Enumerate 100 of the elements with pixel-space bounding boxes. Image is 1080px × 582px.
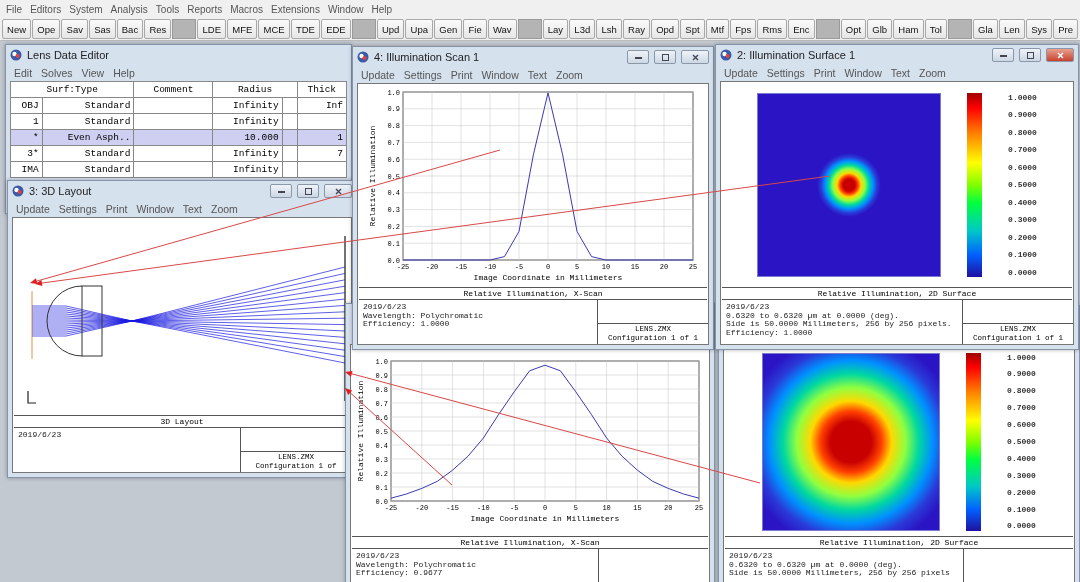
- menu-item[interactable]: View: [81, 67, 105, 79]
- toolbar-button[interactable]: Len: [998, 19, 1026, 39]
- info-line: 2019/6/23: [356, 552, 401, 561]
- toolbar-button[interactable]: Bac: [116, 19, 144, 39]
- minimize-button[interactable]: [992, 48, 1014, 62]
- toolbar-button[interactable]: Pre: [1053, 19, 1079, 39]
- menu-item[interactable]: Zoom: [919, 67, 946, 79]
- close-icon: [334, 187, 342, 195]
- menu-item[interactable]: Text: [527, 69, 548, 81]
- toolbar-button[interactable]: Enc: [788, 19, 815, 39]
- menu-item[interactable]: Reports: [187, 3, 223, 15]
- legend-value: 1.0000: [1007, 352, 1036, 362]
- menu-item[interactable]: Analysis: [110, 3, 148, 15]
- menu-item[interactable]: Print: [105, 203, 128, 215]
- toolbar-button[interactable]: MCE: [258, 19, 290, 39]
- toolbar-button[interactable]: Upd: [376, 19, 405, 39]
- legend-value: 0.7000: [1007, 403, 1036, 413]
- toolbar-button[interactable]: Ope: [32, 19, 61, 39]
- column-header: Comment: [133, 81, 213, 98]
- legend-value: 0.2000: [1008, 232, 1037, 242]
- menu-item[interactable]: Update: [724, 67, 758, 79]
- close-button[interactable]: [1046, 48, 1074, 62]
- toolbar-button[interactable]: New: [2, 19, 32, 39]
- toolbar-button[interactable]: EDE: [321, 19, 351, 39]
- close-button[interactable]: [681, 50, 709, 64]
- menu-item[interactable]: Window: [844, 67, 882, 79]
- menu-item[interactable]: Window: [327, 3, 364, 15]
- toolbar-button[interactable]: MFE: [227, 19, 258, 39]
- menu-item[interactable]: Update: [361, 69, 395, 81]
- menu-item[interactable]: Print: [450, 69, 473, 81]
- toolbar-button[interactable]: Sas: [89, 19, 116, 39]
- toolbar-button[interactable]: Opd: [651, 19, 680, 39]
- toolbar-button[interactable]: Fps: [730, 19, 757, 39]
- toolbar-button[interactable]: Opt: [840, 19, 867, 39]
- toolbar-button[interactable]: TDE: [290, 19, 321, 39]
- toolbar-button[interactable]: Ham: [893, 19, 924, 39]
- toolbar-button[interactable]: Res: [144, 19, 172, 39]
- menu-item[interactable]: Edit: [14, 67, 33, 79]
- menu-item[interactable]: Settings: [403, 69, 442, 81]
- legend-value: 0.0000: [1007, 521, 1036, 531]
- info-line: Efficiency: 1.0000: [726, 328, 814, 337]
- toolbar-button[interactable]: Wav: [487, 19, 517, 39]
- minimize-icon: [634, 55, 642, 59]
- toolbar-button[interactable]: Sav: [61, 19, 89, 39]
- toolbar-button[interactable]: Rms: [757, 19, 788, 39]
- legend-value: 0.9000: [1008, 110, 1037, 119]
- minimize-button[interactable]: [627, 50, 649, 64]
- window-title: 2: Illumination Surface 1: [737, 49, 856, 61]
- menu-item[interactable]: Text: [890, 67, 911, 79]
- menu-item[interactable]: Print: [813, 67, 836, 79]
- toolbar-button[interactable]: Sys: [1026, 19, 1053, 39]
- toolbar-button[interactable]: Ray: [622, 19, 651, 39]
- menu-item[interactable]: File: [6, 3, 23, 15]
- legend-value: 0.3000: [1008, 215, 1037, 224]
- menu-item[interactable]: Window: [136, 203, 174, 215]
- legend-value: 0.1000: [1008, 250, 1037, 259]
- menu-item[interactable]: Help: [371, 3, 393, 15]
- axis-label: Image Coordinate in Millimeters: [470, 513, 620, 523]
- maximize-button[interactable]: [654, 50, 676, 64]
- info-line: Side is 50.0000 Millimeters, 256 by 256 pixels.: [726, 320, 953, 329]
- menu-item[interactable]: Settings: [58, 203, 97, 215]
- minimize-button[interactable]: [270, 184, 292, 198]
- toolbar-button[interactable]: Spt: [680, 19, 705, 39]
- menu-item[interactable]: Tools: [155, 3, 180, 15]
- legend-value: 0.5000: [1008, 180, 1037, 189]
- menu-item[interactable]: Editors: [30, 3, 62, 15]
- toolbar-button[interactable]: Gen: [434, 19, 463, 39]
- info-line: 2019/6/23: [726, 303, 771, 312]
- toolbar-button[interactable]: Mtf: [705, 19, 730, 39]
- toolbar-button[interactable]: Lay: [542, 19, 569, 39]
- close-button[interactable]: [324, 184, 352, 198]
- toolbar-button[interactable]: Gla: [972, 19, 998, 39]
- toolbar-button[interactable]: LDE: [197, 19, 227, 39]
- toolbar-button[interactable]: Glb: [867, 19, 893, 39]
- plot-title: Relative Illumination, 2D Surface: [722, 287, 1072, 300]
- legend-value: 0.8000: [1008, 127, 1037, 137]
- menu-item[interactable]: System: [69, 3, 103, 15]
- legend-value: 0.4000: [1008, 197, 1037, 207]
- toolbar-button[interactable]: Upa: [405, 19, 434, 39]
- toolbar-button[interactable]: Tol: [924, 19, 947, 39]
- menu-item[interactable]: Macros: [230, 3, 263, 15]
- menu-item[interactable]: Zoom: [556, 69, 583, 81]
- maximize-button[interactable]: [297, 184, 319, 198]
- app-logo-icon: [357, 51, 369, 63]
- legend-value: 0.7000: [1008, 145, 1037, 154]
- toolbar-button[interactable]: Lsh: [596, 19, 622, 39]
- menu-item[interactable]: Zoom: [211, 203, 238, 215]
- menu-item[interactable]: Help: [113, 67, 135, 79]
- menu-item[interactable]: Extensions: [271, 3, 320, 15]
- menu-item[interactable]: Settings: [766, 67, 805, 79]
- minimize-icon: [277, 189, 285, 193]
- menu-item[interactable]: Solves: [41, 67, 73, 79]
- toolbar-button[interactable]: Fie: [463, 19, 487, 39]
- menu-item[interactable]: Text: [182, 203, 203, 215]
- toolbar-button[interactable]: L3d: [569, 19, 596, 39]
- app-logo-icon: [10, 49, 22, 61]
- menu-item[interactable]: Window: [481, 69, 519, 81]
- menu-item[interactable]: Update: [16, 203, 50, 215]
- maximize-button[interactable]: [1019, 48, 1041, 62]
- window-title: Lens Data Editor: [27, 49, 110, 61]
